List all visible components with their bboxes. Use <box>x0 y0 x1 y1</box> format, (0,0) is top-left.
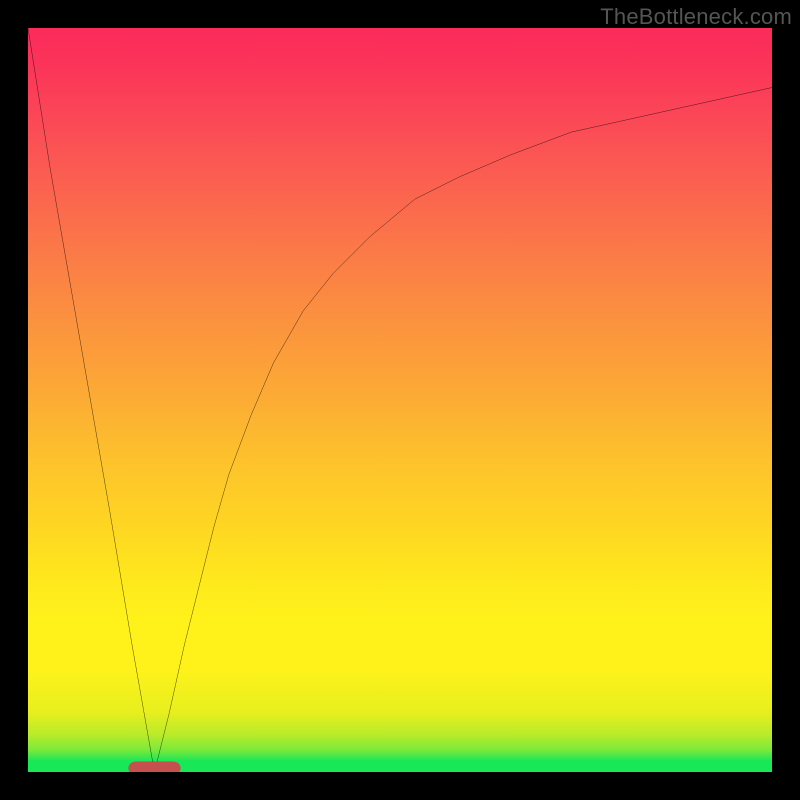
curve-left-branch <box>28 28 154 772</box>
minimum-marker <box>128 762 180 772</box>
watermark-text: TheBottleneck.com <box>600 4 792 30</box>
curve-right-branch <box>154 88 772 772</box>
chart-canvas <box>28 28 772 772</box>
plot-area <box>28 28 772 772</box>
chart-frame: TheBottleneck.com <box>0 0 800 800</box>
